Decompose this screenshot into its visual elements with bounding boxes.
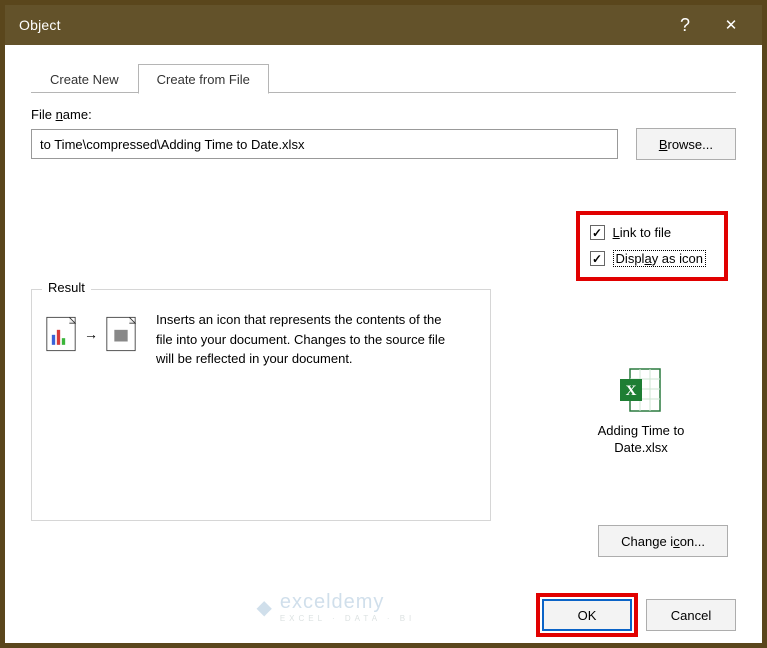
placeholder-document-icon [106,313,136,355]
result-legend: Result [42,280,91,295]
svg-text:X: X [626,383,637,399]
dialog-button-bar: OK Cancel [542,599,736,631]
tab-create-from-file[interactable]: Create from File [138,64,269,94]
ok-button[interactable]: OK [542,599,632,631]
tab-strip: Create New Create from File [31,63,736,93]
icon-preview: X Adding Time to Date.xlsx [576,365,706,457]
watermark-logo-icon: ◆ [256,595,271,620]
result-description: Inserts an icon that represents the cont… [156,310,456,369]
excel-file-icon: X [616,365,666,415]
checkbox-highlight-area: ✓ Link to file ✓ Display as icon [576,211,728,281]
tab-create-new[interactable]: Create New [31,64,138,94]
cancel-button[interactable]: Cancel [646,599,736,631]
filename-input[interactable] [31,129,618,159]
arrow-right-icon: → [84,326,98,342]
dialog-window: { "titlebar": { "title": "Object", "help… [0,0,767,648]
icon-preview-filename: Adding Time to Date.xlsx [576,423,706,457]
help-button[interactable]: ? [662,5,708,45]
dialog-title: Object [19,17,662,33]
watermark-brand: exceldemy [280,591,415,614]
change-icon-button[interactable]: Change icon... [598,525,728,557]
dialog-body: Create New Create from File File name: B… [5,45,762,643]
watermark-tagline: EXCEL · DATA · BI [280,614,415,623]
result-illustration: → [46,310,136,358]
titlebar: Object ? ✕ [5,5,762,45]
result-fieldset: Result → [31,289,491,521]
file-row: Browse... [31,128,736,160]
checkmark-icon: ✓ [590,225,605,240]
browse-button[interactable]: Browse... [636,128,736,160]
checkmark-icon: ✓ [590,251,605,266]
display-as-icon-checkbox[interactable]: ✓ Display as icon [590,250,706,267]
close-button[interactable]: ✕ [708,5,754,45]
watermark: ◆ exceldemy EXCEL · DATA · BI [256,591,415,623]
link-to-file-checkbox[interactable]: ✓ Link to file [590,225,706,240]
display-as-icon-label: Display as icon [613,250,706,267]
chart-document-icon [46,313,76,355]
filename-label: File name: [31,107,736,122]
link-to-file-label: Link to file [613,225,672,240]
